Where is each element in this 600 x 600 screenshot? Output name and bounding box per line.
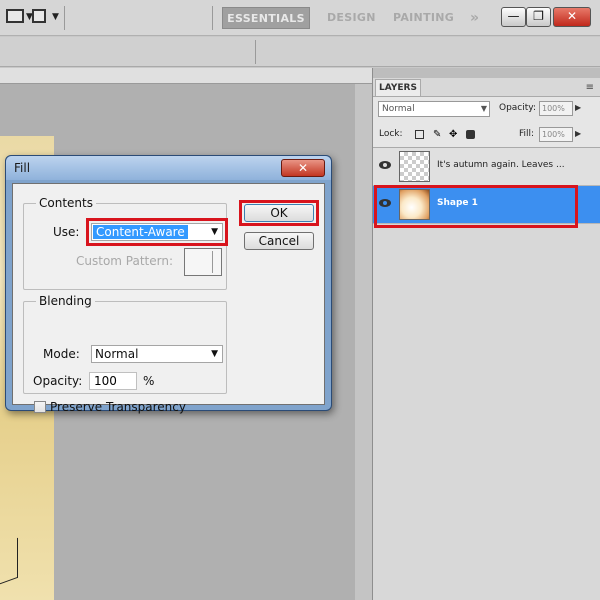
opacity-unit: % <box>143 374 155 388</box>
layers-tab[interactable]: LAYERS <box>375 79 421 96</box>
shape-outline <box>0 537 18 585</box>
view-extras-icon[interactable] <box>6 9 24 23</box>
lock-position-icon[interactable]: ✥ <box>449 130 458 140</box>
layers-controls: Normal ▼ Opacity: 100% ▶ Lock: ✎ ✥ Fill:… <box>373 96 600 148</box>
layer-opacity-label: Opacity: <box>499 103 536 113</box>
layers-panel: LAYERS ≡ Normal ▼ Opacity: 100% ▶ Lock: … <box>372 68 600 600</box>
selected-layer-highlight-box <box>374 185 578 228</box>
close-window-button[interactable]: ✕ <box>553 7 591 27</box>
dialog-body: Contents Use: Content-Aware ▼ Custom Pat… <box>12 183 325 414</box>
workspace-more-icon[interactable]: » <box>470 7 479 29</box>
opacity-slider-icon[interactable]: ▶ <box>575 103 581 112</box>
workspace-painting-button[interactable]: PAINTING <box>393 7 454 29</box>
preserve-transparency-label[interactable]: Preserve Transparency <box>50 400 186 414</box>
opacity-label: Opacity: <box>33 374 83 388</box>
dialog-titlebar[interactable]: Fill ✕ <box>6 156 331 180</box>
mode-select-value: Normal <box>95 347 139 361</box>
opacity-input[interactable]: 100 <box>89 372 137 390</box>
workspace-essentials-button[interactable]: ESSENTIALS <box>222 7 310 29</box>
lock-label: Lock: <box>379 129 403 139</box>
chevron-down-icon: ▼ <box>211 349 218 359</box>
application-bar: ▼ ▼ ESSENTIALS DESIGN PAINTING » — ❐ ✕ <box>0 0 600 36</box>
custom-pattern-picker <box>184 248 222 276</box>
lock-all-icon[interactable] <box>466 130 475 139</box>
visibility-eye-icon[interactable] <box>379 161 391 169</box>
options-separator <box>255 40 256 64</box>
dialog-title: Fill <box>14 161 31 175</box>
ok-button-highlight-box <box>239 200 319 226</box>
fill-dialog: Fill ✕ Contents Use: Content-Aware ▼ Cus… <box>5 155 332 414</box>
minimize-button[interactable]: — <box>501 7 526 27</box>
document-tab-bar[interactable] <box>0 68 372 84</box>
layer-row-text[interactable]: It's autumn again. Leaves ... <box>373 148 600 186</box>
cancel-button[interactable]: Cancel <box>244 232 314 250</box>
screen-mode-dropdown-icon[interactable]: ▼ <box>52 12 59 22</box>
custom-pattern-label: Custom Pattern: <box>76 254 174 268</box>
chevron-down-icon: ▼ <box>480 104 487 113</box>
dialog-close-button[interactable]: ✕ <box>281 159 325 177</box>
fill-slider-icon[interactable]: ▶ <box>575 129 581 138</box>
panel-menu-icon[interactable]: ≡ <box>586 82 594 93</box>
fill-label: Fill: <box>519 129 535 139</box>
layer-blend-mode-select[interactable]: Normal ▼ <box>378 101 490 117</box>
use-select-highlight-box <box>86 218 228 246</box>
mode-select[interactable]: Normal ▼ <box>91 345 223 363</box>
screen-mode-icon[interactable] <box>32 9 46 23</box>
canvas-scroll-gutter[interactable] <box>355 84 372 600</box>
layer-opacity-input[interactable]: 100% <box>539 101 573 116</box>
appbar-separator <box>64 6 65 30</box>
layer-thumbnail <box>399 151 430 182</box>
panel-dock-header[interactable] <box>373 68 600 78</box>
layer-fill-input[interactable]: 100% <box>539 127 573 142</box>
use-label: Use: <box>53 225 80 239</box>
options-bar <box>0 37 600 67</box>
preserve-transparency-checkbox[interactable] <box>34 401 46 413</box>
maximize-button[interactable]: ❐ <box>526 7 551 27</box>
lock-image-icon[interactable]: ✎ <box>433 130 442 140</box>
blend-mode-value: Normal <box>382 104 415 114</box>
lock-transparent-icon[interactable] <box>415 130 424 139</box>
appbar-separator <box>212 6 213 30</box>
mode-label: Mode: <box>43 347 80 361</box>
layer-name: It's autumn again. Leaves ... <box>437 160 565 170</box>
blending-legend: Blending <box>39 294 92 308</box>
workspace-design-button[interactable]: DESIGN <box>327 7 376 29</box>
contents-legend: Contents <box>39 196 93 210</box>
